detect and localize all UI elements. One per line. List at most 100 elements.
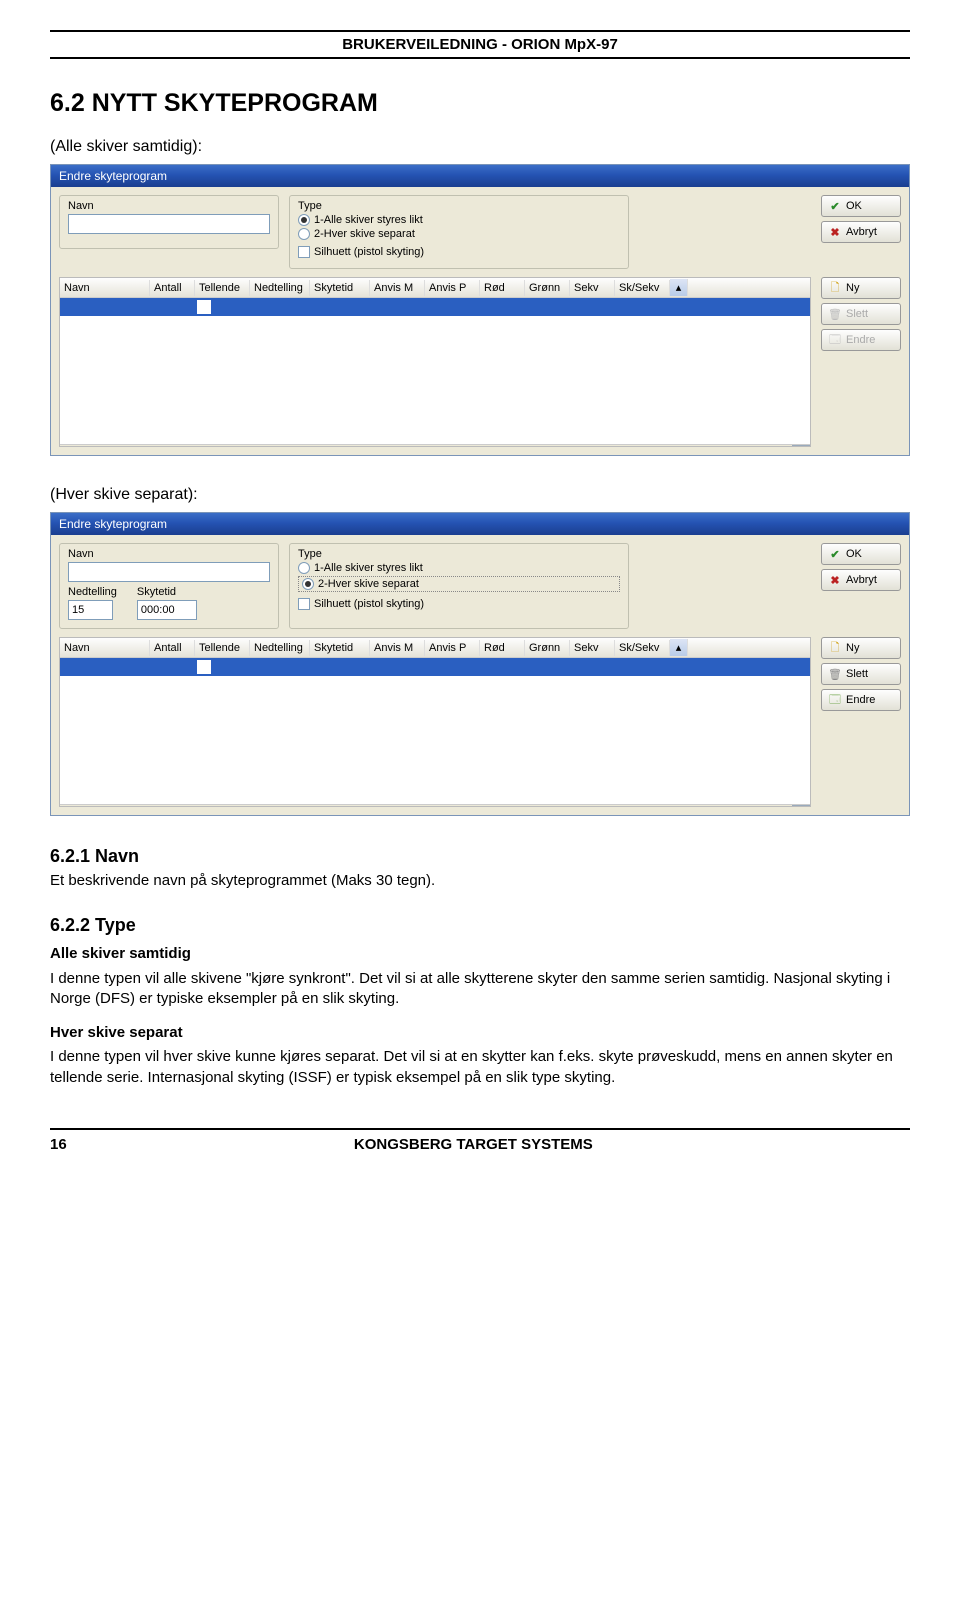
th-gronn[interactable]: Grønn	[525, 640, 570, 656]
fieldset-type: Type 1-Alle skiver styres likt 2-Hver sk…	[289, 195, 629, 269]
radio-type-2[interactable]: 2-Hver skive separat	[298, 576, 620, 592]
th-rod[interactable]: Rød	[480, 280, 525, 296]
page-footer: 16 KONGSBERG TARGET SYSTEMS	[50, 1128, 910, 1153]
dialog-title: Endre skyteprogram	[59, 517, 167, 531]
label-type: Type	[298, 548, 620, 560]
radio-type-1-label: 1-Alle skiver styres likt	[314, 562, 423, 574]
ok-button[interactable]: ✔ OK	[821, 543, 901, 565]
table-row[interactable]	[60, 658, 810, 676]
label-skytetid: Skytetid	[137, 586, 197, 598]
checkbox-silhuett[interactable]: Silhuett (pistol skyting)	[298, 598, 620, 610]
endre-button[interactable]: 🗔 Endre	[821, 329, 901, 351]
nedtelling-input[interactable]	[68, 600, 113, 620]
th-nedtelling[interactable]: Nedtelling	[250, 640, 310, 656]
th-anvisp[interactable]: Anvis P	[425, 640, 480, 656]
ny-label: Ny	[846, 642, 859, 654]
new-icon: 🗋	[828, 641, 842, 655]
radio-type-1[interactable]: 1-Alle skiver styres likt	[298, 214, 620, 226]
ny-button[interactable]: 🗋 Ny	[821, 637, 901, 659]
slett-label: Slett	[846, 308, 868, 320]
checkbox-silhuett[interactable]: Silhuett (pistol skyting)	[298, 246, 620, 258]
caption-alle: (Alle skiver samtidig):	[50, 138, 910, 156]
ny-label: Ny	[846, 282, 859, 294]
th-navn[interactable]: Navn	[60, 280, 150, 296]
avbryt-label: Avbryt	[846, 226, 877, 238]
endre-button[interactable]: 🗔 Endre	[821, 689, 901, 711]
dialog-endre-1: Endre skyteprogram Navn Type 1-Alle skiv…	[50, 164, 910, 456]
avbryt-label: Avbryt	[846, 574, 877, 586]
sub-navn-title: 6.2.1 Navn	[50, 846, 910, 867]
th-tellende[interactable]: Tellende	[195, 280, 250, 296]
data-table[interactable]: Navn Antall Tellende Nedtelling Skytetid…	[59, 637, 811, 807]
skytetid-input[interactable]	[137, 600, 197, 620]
th-antall[interactable]: Antall	[150, 280, 195, 296]
caption-hver: (Hver skive separat):	[50, 486, 910, 504]
avbryt-button[interactable]: ✖ Avbryt	[821, 569, 901, 591]
fieldset-navn: Navn Nedtelling Skytetid	[59, 543, 279, 629]
ok-label: OK	[846, 548, 862, 560]
th-nedtelling[interactable]: Nedtelling	[250, 280, 310, 296]
fieldset-type: Type 1-Alle skiver styres likt 2-Hver sk…	[289, 543, 629, 629]
navn-input[interactable]	[68, 214, 270, 234]
th-anvism[interactable]: Anvis M	[370, 280, 425, 296]
label-nedtelling: Nedtelling	[68, 586, 117, 598]
table-header: Navn Antall Tellende Nedtelling Skytetid…	[60, 278, 810, 298]
trash-icon: 🗑	[828, 667, 842, 681]
th-skytetid[interactable]: Skytetid	[310, 640, 370, 656]
check-icon: ✔	[828, 199, 842, 213]
dialog-titlebar[interactable]: Endre skyteprogram	[51, 513, 909, 535]
scroll-down-icon[interactable]: ▾	[792, 805, 810, 807]
checkbox-silhuett-label: Silhuett (pistol skyting)	[314, 246, 424, 258]
type-hver-heading: Hver skive separat	[50, 1023, 910, 1043]
radio-type-2-label: 2-Hver skive separat	[318, 578, 419, 590]
radio-type-2-label: 2-Hver skive separat	[314, 228, 415, 240]
new-icon: 🗋	[828, 281, 842, 295]
radio-type-1[interactable]: 1-Alle skiver styres likt	[298, 562, 620, 574]
slett-label: Slett	[846, 668, 868, 680]
radio-icon	[298, 228, 310, 240]
dialog-titlebar[interactable]: Endre skyteprogram	[51, 165, 909, 187]
th-antall[interactable]: Antall	[150, 640, 195, 656]
header-rule-bottom	[50, 57, 910, 59]
radio-icon	[298, 214, 310, 226]
th-sksekv[interactable]: Sk/Sekv	[615, 640, 670, 656]
scroll-up-icon[interactable]: ▴	[670, 279, 688, 296]
scroll-down-icon[interactable]: ▾	[792, 445, 810, 447]
radio-type-1-label: 1-Alle skiver styres likt	[314, 214, 423, 226]
footer-brand: KONGSBERG TARGET SYSTEMS	[67, 1136, 880, 1153]
th-sekv[interactable]: Sekv	[570, 280, 615, 296]
endre-label: Endre	[846, 694, 875, 706]
th-gronn[interactable]: Grønn	[525, 280, 570, 296]
close-icon: ✖	[828, 225, 842, 239]
data-table[interactable]: Navn Antall Tellende Nedtelling Skytetid…	[59, 277, 811, 447]
endre-label: Endre	[846, 334, 875, 346]
close-icon: ✖	[828, 573, 842, 587]
avbryt-button[interactable]: ✖ Avbryt	[821, 221, 901, 243]
th-sekv[interactable]: Sekv	[570, 640, 615, 656]
th-anvisp[interactable]: Anvis P	[425, 280, 480, 296]
checkbox-silhuett-label: Silhuett (pistol skyting)	[314, 598, 424, 610]
slett-button[interactable]: 🗑 Slett	[821, 663, 901, 685]
sub-type-title: 6.2.2 Type	[50, 915, 910, 936]
slett-button[interactable]: 🗑 Slett	[821, 303, 901, 325]
navn-input[interactable]	[68, 562, 270, 582]
footer-page: 16	[50, 1136, 67, 1153]
scroll-up-icon[interactable]: ▴	[670, 639, 688, 656]
type-hver-body: I denne typen vil hver skive kunne kjøre…	[50, 1047, 910, 1088]
label-type: Type	[298, 200, 620, 212]
th-tellende[interactable]: Tellende	[195, 640, 250, 656]
th-rod[interactable]: Rød	[480, 640, 525, 656]
type-alle-body: I denne typen vil alle skivene "kjøre sy…	[50, 969, 910, 1010]
table-header: Navn Antall Tellende Nedtelling Skytetid…	[60, 638, 810, 658]
ny-button[interactable]: 🗋 Ny	[821, 277, 901, 299]
th-sksekv[interactable]: Sk/Sekv	[615, 280, 670, 296]
ok-label: OK	[846, 200, 862, 212]
ok-button[interactable]: ✔ OK	[821, 195, 901, 217]
radio-type-2[interactable]: 2-Hver skive separat	[298, 228, 620, 240]
th-navn[interactable]: Navn	[60, 640, 150, 656]
checkbox-icon	[298, 246, 310, 258]
table-row[interactable]	[60, 298, 810, 316]
th-anvism[interactable]: Anvis M	[370, 640, 425, 656]
th-skytetid[interactable]: Skytetid	[310, 280, 370, 296]
header-rule-top	[50, 30, 910, 32]
